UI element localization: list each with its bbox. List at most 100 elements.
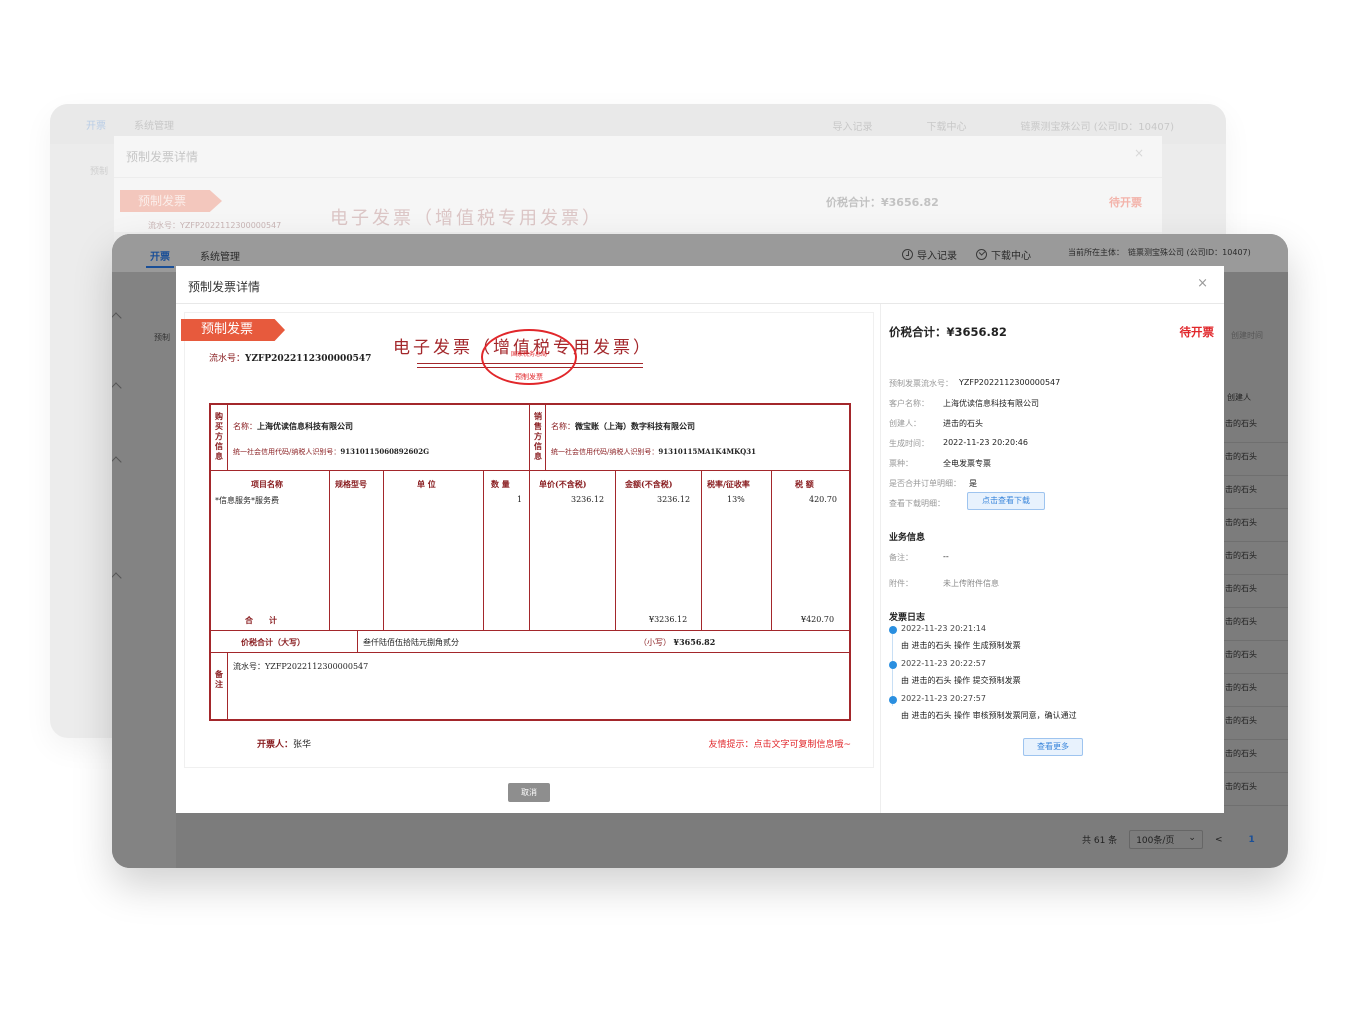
- business-info-title: 业务信息: [889, 533, 926, 543]
- chevron-down-icon: ⌄: [1188, 833, 1196, 843]
- table-cell: 击的石头: [1223, 410, 1288, 443]
- chevron-up-icon[interactable]: [112, 312, 122, 324]
- subtotal-label: 合 计: [245, 615, 277, 625]
- subtotal-amount: ¥3236.12: [649, 615, 688, 624]
- table-cell: 击的石头: [1223, 443, 1288, 476]
- detail-value: 上海优读信息科技有限公司: [943, 399, 1039, 408]
- detail-creator: 创建人： 进击的石头: [889, 418, 983, 429]
- item-name[interactable]: *信息服务*服务费: [215, 495, 279, 506]
- page-size-select[interactable]: 100条/页 ⌄: [1129, 830, 1203, 849]
- table-cell: 击的石头: [1223, 773, 1288, 806]
- timeline-dot: [889, 696, 897, 704]
- bg-serial-label: 流水号：: [148, 221, 180, 230]
- seller-name-value: 微宝账（上海）数字科技有限公司: [575, 421, 695, 431]
- seller-tax-id[interactable]: 统一社会信用代码/纳税人识别号：91310115MA1K4MKQ31: [551, 447, 756, 457]
- header-price: 单价(不含税): [539, 479, 587, 489]
- buyer-vertical-label: 购买方信息: [215, 411, 223, 461]
- app-window: 开票 系统管理 导入记录 下载中心 当前所在主体： 链票测宝殊公司 (公司ID：1…: [112, 234, 1288, 868]
- modal-title: 预制发票详情: [188, 280, 261, 294]
- table-cell: 击的石头: [1223, 707, 1288, 740]
- close-icon[interactable]: ×: [1197, 276, 1208, 291]
- detail-value: --: [943, 552, 949, 561]
- total-caps[interactable]: 叁仟陆佰伍拾陆元捌角贰分: [363, 637, 459, 648]
- divider: [227, 405, 228, 471]
- download-center-link[interactable]: 下载中心: [976, 247, 1031, 262]
- page-size-value: 100条/页: [1136, 836, 1175, 846]
- seller-vertical-label: 销售方信息: [534, 411, 542, 461]
- item-qty: 1: [517, 495, 523, 504]
- buyer-name[interactable]: 名称：上海优读信息科技有限公司: [233, 421, 353, 432]
- header-tax: 税 额: [795, 479, 814, 489]
- table-cell: 击的石头: [1223, 641, 1288, 674]
- remark-text[interactable]: 流水号：YZFP2022112300000547: [233, 661, 368, 672]
- issuer-label: 开票人：: [257, 740, 294, 750]
- detail-value: 全电发票专票: [943, 459, 991, 468]
- table-cell: 击的石头: [1223, 542, 1288, 575]
- tab-open-invoice[interactable]: 开票: [146, 248, 174, 268]
- cancel-button[interactable]: 取消: [508, 783, 550, 802]
- bg-download-center: 下载中心: [926, 122, 967, 133]
- bg-serial: 流水号：YZFP2022112300000547: [148, 220, 281, 231]
- header-unit: 单 位: [417, 479, 436, 489]
- bg-modal-title: 预制发票详情 ×: [114, 136, 1162, 178]
- detail-key: 生成时间：: [889, 439, 929, 448]
- header-qty: 数 量: [491, 479, 510, 489]
- detail-key: 查看下载明细：: [889, 499, 945, 508]
- header-spec: 规格型号: [335, 479, 367, 489]
- divider: [383, 471, 384, 631]
- detail-created-time: 生成时间： 2022-11-23 20:20:46: [889, 438, 1028, 449]
- creator-header: 创建人: [1227, 393, 1251, 402]
- tab-system-management[interactable]: 系统管理: [200, 248, 240, 263]
- chevron-up-icon[interactable]: [112, 382, 122, 394]
- buyer-tax-id[interactable]: 统一社会信用代码/纳税人识别号：91310115060892602G: [233, 447, 429, 457]
- bg-serial-no: YZFP2022112300000547: [180, 221, 282, 230]
- serial-number[interactable]: 流水号：YZFP2022112300000547: [209, 351, 371, 364]
- total-amount-label: 价税合计：: [889, 325, 947, 339]
- divider: [227, 653, 228, 721]
- current-page[interactable]: 1: [1249, 835, 1255, 845]
- detail-key: 备注：: [889, 553, 913, 562]
- bg-amount-label: 价税合计：: [826, 196, 881, 209]
- detail-merge-items: 是否合并订单明细： 是: [889, 478, 977, 489]
- view-more-button[interactable]: 查看更多: [1023, 738, 1083, 756]
- invoice-detail-modal: 预制发票详情 × 预制发票 流水号：YZFP2022112300000547 电…: [176, 266, 1224, 813]
- divider: [329, 471, 330, 631]
- bg-tab-open: 开票: [86, 120, 106, 132]
- detail-value: 进击的石头: [943, 419, 983, 428]
- invoice-preview: 预制发票 流水号：YZFP2022112300000547 电子发票（增值税专用…: [181, 312, 874, 768]
- detail-key: 是否合并订单明细：: [889, 479, 961, 488]
- log-action: 由 进击的石头 操作 提交预制发票: [901, 676, 1021, 685]
- detail-value: 是: [969, 479, 977, 488]
- divider: [545, 405, 546, 471]
- current-entity-label: 当前所在主体：: [1068, 248, 1124, 257]
- total-amount: 价税合计：¥3656.82: [889, 324, 1007, 340]
- buyer-name-label: 名称：: [233, 422, 257, 431]
- detail-key: 附件：: [889, 579, 913, 588]
- bg-close-icon: ×: [1133, 146, 1144, 160]
- import-records-link[interactable]: 导入记录: [902, 247, 957, 262]
- divider: [483, 471, 484, 631]
- view-download-button[interactable]: 点击查看下载: [967, 492, 1045, 510]
- copy-tip-link[interactable]: 友情提示：点击文字可复制信息哦~: [708, 737, 851, 750]
- clock-icon: [902, 249, 913, 260]
- header-rate: 税率/征收率: [707, 479, 750, 489]
- seller-tax-value: 91310115MA1K4MKQ31: [658, 447, 757, 456]
- timeline-dot: [889, 626, 897, 634]
- bg-modal-title-text: 预制发票详情: [126, 150, 199, 164]
- detail-invoice-type: 票种： 全电发票专票: [889, 458, 991, 469]
- chevron-up-icon[interactable]: [112, 572, 122, 584]
- bg-amount-value: ¥3656.82: [881, 196, 939, 209]
- detail-download: 查看下载明细：: [889, 498, 959, 509]
- detail-serial: 预制发票流水号： YZFP2022112300000547: [889, 378, 1060, 389]
- item-price: 3236.12: [571, 495, 605, 504]
- seller-name[interactable]: 名称：微宝账（上海）数字科技有限公司: [551, 421, 695, 432]
- total-count: 共 61 条: [1082, 836, 1118, 846]
- chevron-up-icon[interactable]: [112, 456, 122, 468]
- bg-sidebar: 预制: [90, 144, 114, 738]
- log-action: 由 进击的石头 操作 审核预制发票同意，确认通过: [901, 711, 1077, 720]
- invoice-log-title: 发票日志: [889, 613, 926, 623]
- detail-key: 创建人：: [889, 419, 921, 428]
- detail-value: YZFP2022112300000547: [959, 378, 1061, 387]
- prev-page-button[interactable]: <: [1215, 835, 1223, 845]
- total-caps-label: 价税合计（大写）: [241, 637, 305, 647]
